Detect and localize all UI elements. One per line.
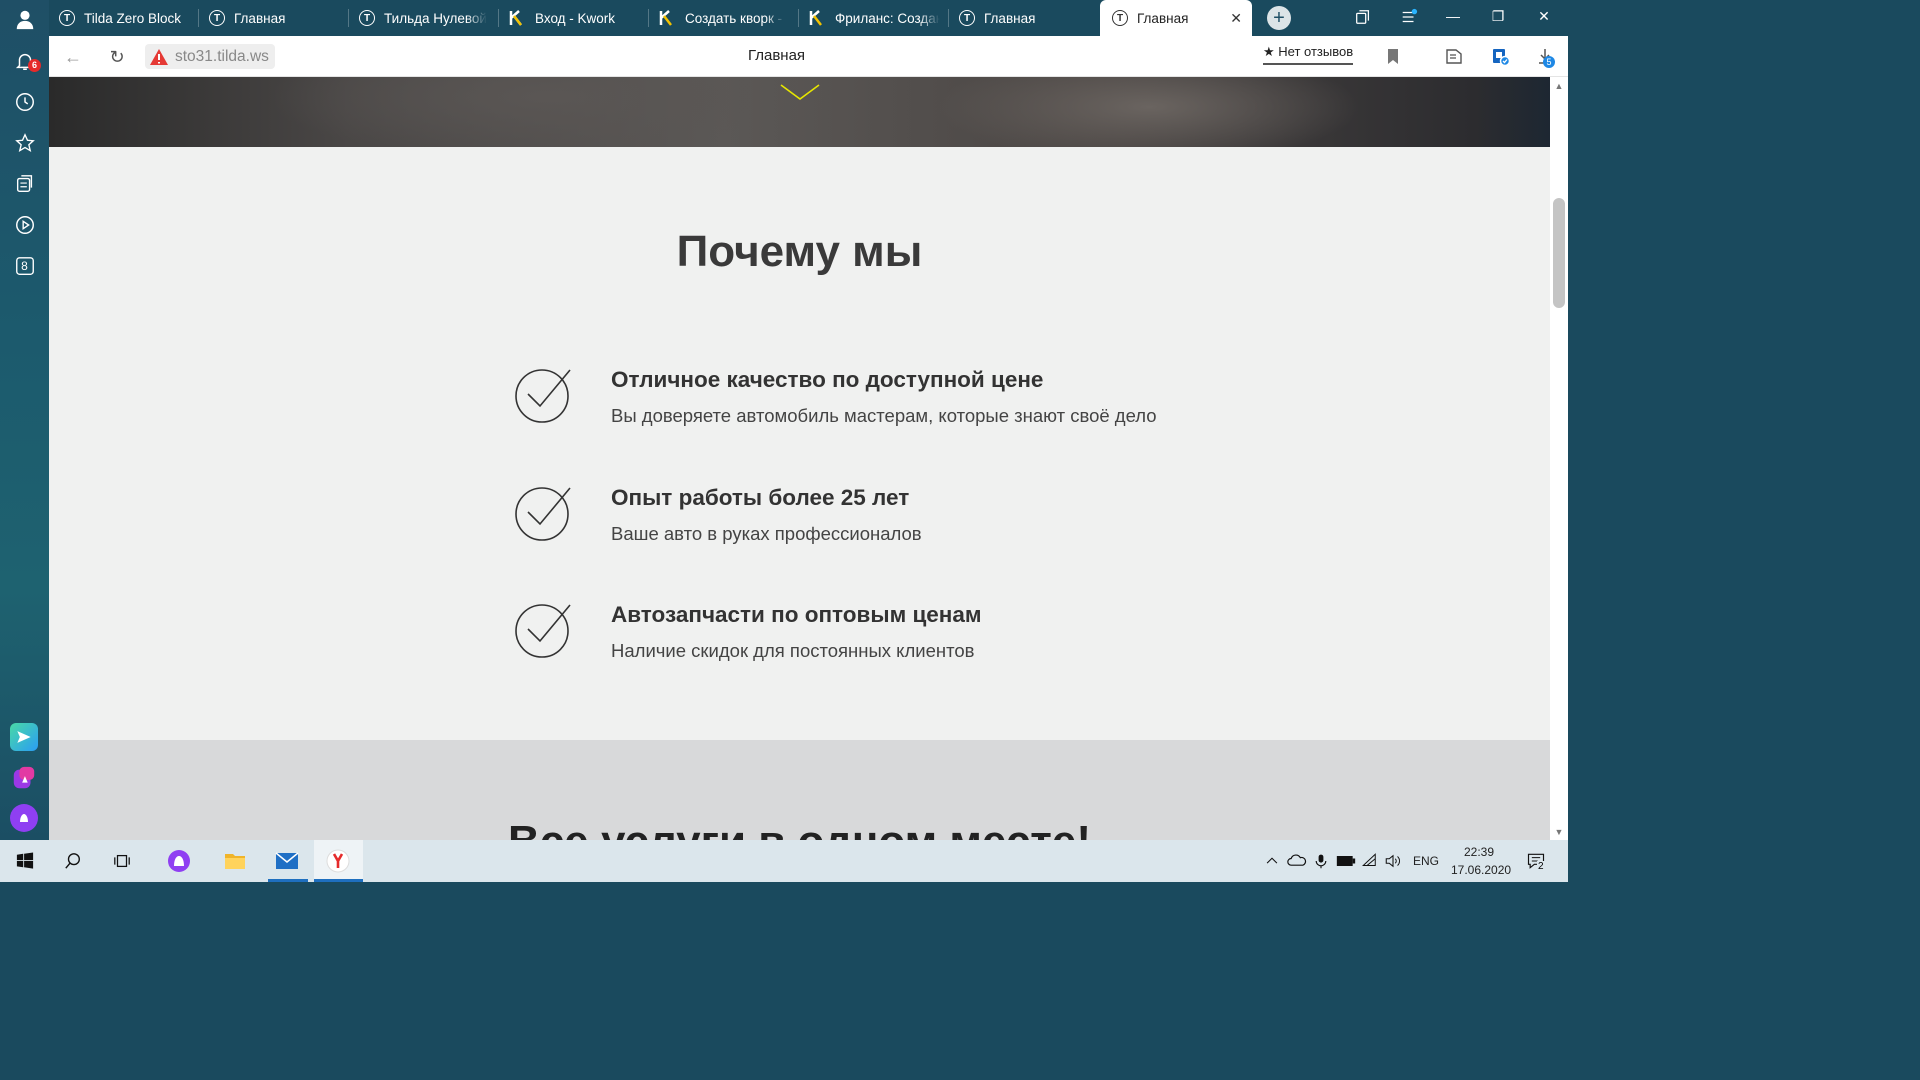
tab-label: Вход - Kwork <box>535 10 616 26</box>
tab-label: Главная <box>234 10 286 26</box>
notifications-badge: 6 <box>28 59 41 72</box>
feature-title: Опыт работы более 25 лет <box>611 485 910 510</box>
browser-active-indicator <box>314 879 363 882</box>
tab-strip: T Tilda Zero Block T Главная T Тильда Ну… <box>49 0 1568 36</box>
profile-icon[interactable] <box>12 6 37 31</box>
action-center-icon[interactable]: 2 <box>1524 849 1548 873</box>
windows-taskbar: ENG 22:39 17.06.2020 2 <box>0 840 1568 882</box>
volume-icon[interactable] <box>1381 849 1405 873</box>
page-scrollbar[interactable]: ▲ ▼ <box>1550 77 1568 840</box>
scroll-down-chevron-icon[interactable] <box>780 83 820 101</box>
tilda-icon: T <box>359 10 375 26</box>
feature-description: Вы доверяете автомобиль мастерам, которы… <box>611 405 1157 426</box>
new-tab-button[interactable]: + <box>1267 6 1291 30</box>
tab-tilda-nulevoi[interactable]: T Тильда Нулевой <box>359 0 499 36</box>
page-viewport: Почему мы Отличное качество по доступной… <box>49 77 1550 840</box>
windows-start-icon[interactable] <box>13 849 37 873</box>
checkmark-circle-icon <box>515 487 571 541</box>
hero-image <box>49 77 1550 147</box>
onedrive-icon[interactable] <box>1285 849 1309 873</box>
task-view-icon[interactable] <box>110 849 134 873</box>
alice-apps-icon[interactable] <box>10 764 38 792</box>
tab-label: Tilda Zero Block <box>84 10 182 26</box>
reader-mode-icon[interactable] <box>1444 46 1464 66</box>
tab-kwork-login[interactable]: Вход - Kwork <box>509 0 649 36</box>
tab-label: Фриланс: Создание <box>835 10 940 26</box>
browser-sidebar: 6 8 <box>0 0 49 840</box>
tilda-icon: T <box>59 10 75 26</box>
feature-description: Ваше авто в руках профессионалов <box>611 523 922 544</box>
services-section-title: Все услуги в одном месте! <box>49 817 1550 840</box>
close-window-icon[interactable]: ✕ <box>1534 8 1554 28</box>
mail-active-indicator <box>268 879 308 882</box>
action-center-badge: 2 <box>1537 861 1545 872</box>
reviews-button[interactable]: ★ Нет отзывов <box>1263 44 1354 65</box>
checkmark-circle-icon <box>515 604 571 658</box>
scroll-down-arrow-icon[interactable]: ▼ <box>1554 827 1564 837</box>
feature-item: Опыт работы более 25 лет Ваше авто в рук… <box>515 485 1215 555</box>
feature-description: Наличие скидок для постоянных клиентов <box>611 640 975 661</box>
tilda-icon: T <box>1112 10 1128 26</box>
kwork-icon <box>659 10 672 26</box>
checkmark-circle-icon <box>515 369 571 423</box>
tray-expand-chevron-icon[interactable] <box>1260 849 1284 873</box>
yandex-browser-icon[interactable] <box>326 849 350 873</box>
alice-taskbar-icon[interactable] <box>167 849 191 873</box>
scroll-thumb[interactable] <box>1553 198 1565 308</box>
downloads-icon[interactable]: 5 <box>1535 46 1557 68</box>
battery-icon[interactable] <box>1334 849 1358 873</box>
minimize-window-icon[interactable]: — <box>1443 8 1463 28</box>
kwork-icon <box>509 10 522 26</box>
wifi-icon[interactable] <box>1358 849 1382 873</box>
video-play-icon[interactable] <box>12 212 37 237</box>
tab-glavnaya-active[interactable]: T Главная ✕ <box>1100 0 1252 36</box>
tab-label: Создать кворк - Kwork <box>685 10 785 26</box>
tabs-overview-icon[interactable] <box>1353 8 1373 28</box>
tab-label: Главная <box>984 10 1036 26</box>
tab-label: Тильда Нулевой <box>384 10 487 26</box>
menu-icon[interactable] <box>1399 8 1419 28</box>
section-title-why-us: Почему мы <box>676 227 923 276</box>
restore-window-icon[interactable]: ❐ <box>1488 8 1508 28</box>
counter-tile-icon[interactable]: 8 <box>12 253 37 278</box>
close-tab-icon[interactable]: ✕ <box>1230 10 1242 27</box>
alice-assistant-icon[interactable] <box>10 804 38 832</box>
feature-title: Автозапчасти по оптовым ценам <box>611 602 982 627</box>
bookmarks-star-icon[interactable] <box>12 130 37 155</box>
tab-label: Главная <box>1137 10 1189 26</box>
clock-time[interactable]: 22:39 <box>1464 845 1494 859</box>
language-indicator[interactable]: ENG <box>1413 854 1439 868</box>
extension-icon[interactable] <box>1490 46 1510 66</box>
feature-item: Автозапчасти по оптовым ценам Наличие ск… <box>515 602 1215 672</box>
bookmark-icon[interactable] <box>1383 46 1403 66</box>
collections-icon[interactable] <box>12 171 37 196</box>
tab-tilda-zero-block[interactable]: T Tilda Zero Block <box>59 0 199 36</box>
counter-tile-label: 8 <box>21 258 28 273</box>
tilda-icon: T <box>209 10 225 26</box>
tab-glavnaya-2[interactable]: T Главная <box>959 0 1099 36</box>
feature-title: Отличное качество по доступной цене <box>611 367 1044 392</box>
tab-freelance[interactable]: Фриланс: Создание <box>809 0 949 36</box>
clock-date[interactable]: 17.06.2020 <box>1451 863 1511 877</box>
tilda-icon: T <box>959 10 975 26</box>
microphone-icon[interactable] <box>1309 849 1333 873</box>
kwork-icon <box>809 10 822 26</box>
search-icon[interactable] <box>61 849 85 873</box>
tab-kwork-create[interactable]: Создать кворк - Kwork <box>659 0 799 36</box>
feature-item: Отличное качество по доступной цене Вы д… <box>515 367 1215 437</box>
file-explorer-icon[interactable] <box>223 849 247 873</box>
scroll-up-arrow-icon[interactable]: ▲ <box>1554 81 1564 91</box>
downloads-badge: 5 <box>1543 56 1555 68</box>
messenger-app-icon[interactable] <box>10 723 38 751</box>
mail-icon[interactable] <box>275 849 299 873</box>
address-bar: ← ↻ sto31.tilda.ws Главная ★ Нет отзывов… <box>49 36 1568 77</box>
tab-glavnaya-1[interactable]: T Главная <box>209 0 349 36</box>
history-icon[interactable] <box>12 89 37 114</box>
notifications-icon[interactable]: 6 <box>12 48 41 73</box>
